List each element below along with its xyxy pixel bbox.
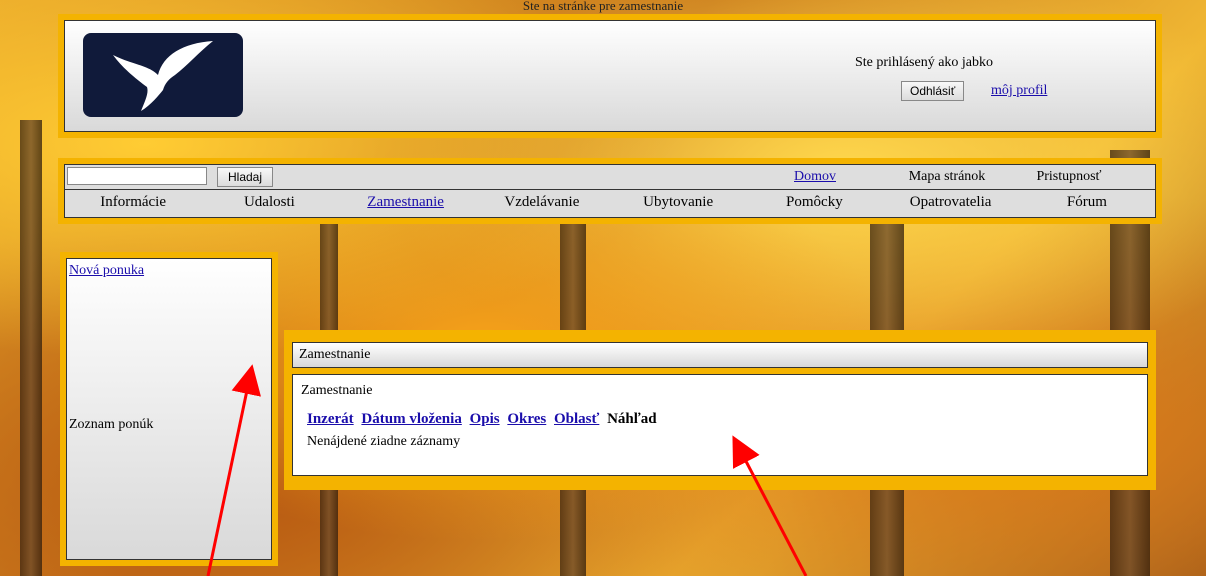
column-nahlad: Náhľad [607,411,657,427]
header-inner: Ste prihlásený ako jabko Odhlásiť môj pr… [64,20,1156,132]
sidebar-inner: Nová ponuka Zoznam ponúk [66,258,272,560]
offer-list-label: Zoznam ponúk [69,417,154,432]
menu-item-udalosti[interactable]: Udalosti [201,190,337,215]
column-okres[interactable]: Okres [507,411,546,427]
menu-item-zamestnanie[interactable]: Zamestnanie [338,190,474,215]
login-status: Ste prihlásený ako jabko [855,55,994,70]
menu-item-pomocky[interactable]: Pomôcky [746,190,882,215]
main-menu: Informácie Udalosti Zamestnanie Vzdeláva… [65,190,1155,215]
profile-link[interactable]: môj profil [991,83,1047,99]
content-inner: Zamestnanie Zamestnanie Inzerát Dátum vl… [292,338,1148,482]
menu-item-forum[interactable]: Fórum [1019,190,1155,215]
search-input[interactable] [67,167,207,185]
sidebar-panel: Nová ponuka Zoznam ponúk [60,252,278,566]
column-opis[interactable]: Opis [470,411,500,427]
page-caption: Ste na stránke pre zamestnanie [522,0,684,13]
dove-logo-icon[interactable] [83,33,243,117]
utility-bar: Hladaj Domov Mapa stránok Pristupnosť [65,165,1155,190]
header-panel: Ste prihlásený ako jabko Odhlásiť môj pr… [58,14,1162,138]
navigation-panel: Hladaj Domov Mapa stránok Pristupnosť In… [58,158,1162,224]
column-headers: Inzerát Dátum vloženia Opis Okres Oblasť… [307,411,1139,428]
menu-item-informacie[interactable]: Informácie [65,190,201,215]
empty-message: Nenájdené ziadne záznamy [307,434,461,449]
home-link[interactable]: Domov [755,169,875,185]
column-oblast[interactable]: Oblasť [554,411,599,427]
content-heading: Zamestnanie [301,383,373,398]
content-body: Zamestnanie Inzerát Dátum vloženia Opis … [292,374,1148,476]
menu-item-opatrovatelia[interactable]: Opatrovatelia [883,190,1019,215]
menu-item-vzdelavanie[interactable]: Vzdelávanie [474,190,610,215]
background-tree [20,120,42,576]
new-offer-link[interactable]: Nová ponuka [69,263,144,279]
column-inzerat[interactable]: Inzerát [307,411,354,427]
menu-item-ubytovanie[interactable]: Ubytovanie [610,190,746,215]
accessibility-link[interactable]: Pristupnosť [1009,169,1129,185]
search-button[interactable]: Hladaj [217,167,274,187]
content-title: Zamestnanie [292,342,1148,368]
content-panel: Zamestnanie Zamestnanie Inzerát Dátum vl… [284,330,1156,490]
logout-button[interactable]: Odhlásiť [901,81,965,101]
navigation-inner: Hladaj Domov Mapa stránok Pristupnosť In… [64,164,1156,218]
sitemap-link[interactable]: Mapa stránok [887,169,1007,185]
column-datum-vlozenia[interactable]: Dátum vloženia [361,411,461,427]
